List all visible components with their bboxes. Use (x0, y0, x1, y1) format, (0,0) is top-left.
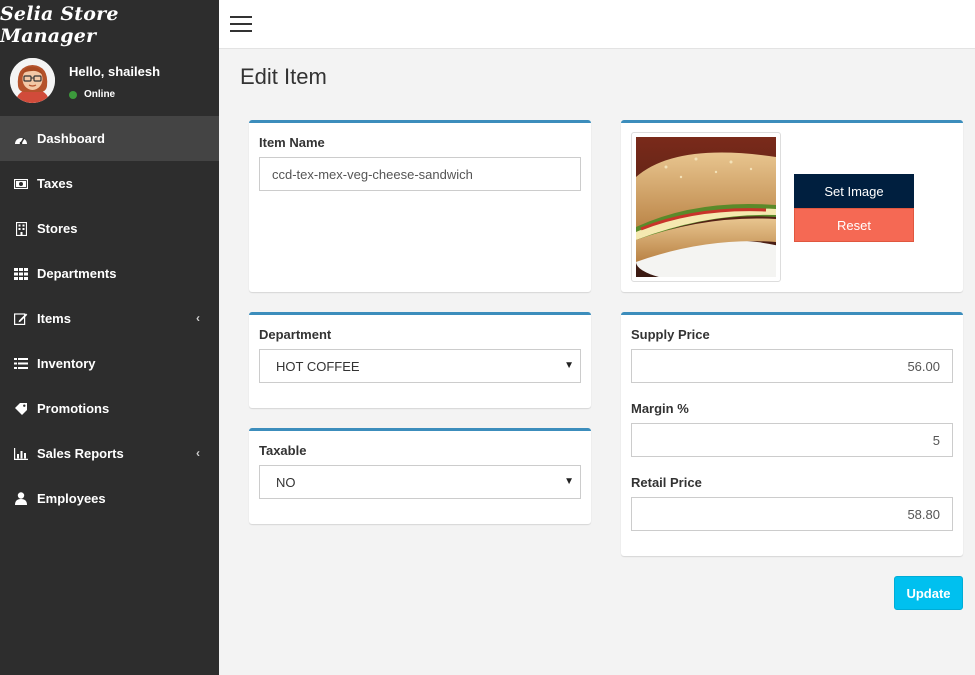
sidebar-item-label: Taxes (37, 176, 73, 191)
sidebar-item-employees[interactable]: Employees (0, 476, 219, 521)
item-name-input[interactable] (259, 157, 581, 191)
taxable-box: Taxable NO ▼ (249, 428, 591, 524)
set-image-button[interactable]: Set Image (794, 174, 914, 208)
page-title: Edit Item (240, 64, 327, 89)
supply-price-input[interactable] (631, 349, 953, 383)
sidebar-item-label: Inventory (37, 356, 96, 371)
sidebar-menu: Dashboard Taxes Stores Departments Items (0, 116, 219, 521)
department-selected-value: HOT COFFEE (276, 358, 360, 374)
avatar (10, 58, 55, 103)
chevron-left-icon: ‹ (196, 311, 200, 325)
sidebar-item-items[interactable]: Items ‹ (0, 296, 219, 341)
brand-logo[interactable]: Selia Store Manager (0, 0, 219, 49)
user-status-label: Online (84, 89, 116, 100)
department-label: Department (259, 327, 332, 342)
sidebar-item-label: Departments (37, 266, 117, 281)
chevron-left-icon: ‹ (196, 446, 200, 460)
list-icon (14, 357, 28, 371)
user-greeting: Hello, shailesh (69, 64, 161, 79)
sidebar: Selia Store Manager Hello, shailesh Onli… (0, 0, 219, 675)
retail-price-input[interactable] (631, 497, 953, 531)
caret-down-icon: ▼ (564, 476, 574, 487)
department-select[interactable]: HOT COFFEE ▼ (259, 349, 581, 383)
user-panel: Hello, shailesh Online (0, 49, 219, 116)
update-button[interactable]: Update (894, 576, 963, 610)
sidebar-item-label: Items (37, 311, 71, 326)
sidebar-item-taxes[interactable]: Taxes (0, 161, 219, 206)
edit-icon (14, 312, 28, 326)
item-name-box: Item Name (249, 120, 591, 292)
margin-input[interactable] (631, 423, 953, 457)
bar-chart-icon (14, 447, 28, 461)
supply-price-label: Supply Price (631, 327, 710, 342)
sidebar-item-stores[interactable]: Stores (0, 206, 219, 251)
sidebar-item-label: Promotions (37, 401, 110, 416)
dashboard-icon (14, 132, 28, 146)
building-icon (14, 221, 28, 236)
caret-down-icon: ▼ (564, 360, 574, 371)
item-name-label: Item Name (259, 135, 325, 150)
menu-toggle-icon[interactable] (230, 16, 252, 32)
taxable-select[interactable]: NO ▼ (259, 465, 581, 499)
grid-icon (14, 267, 28, 281)
item-image-box: Set Image Reset (621, 120, 963, 292)
margin-label: Margin % (631, 401, 689, 416)
tag-icon (14, 402, 28, 416)
sidebar-item-departments[interactable]: Departments (0, 251, 219, 296)
department-box: Department HOT COFFEE ▼ (249, 312, 591, 408)
user-icon (14, 492, 28, 506)
online-status-dot-icon (69, 90, 77, 99)
sidebar-item-label: Dashboard (37, 131, 105, 146)
item-image (631, 132, 806, 284)
sidebar-item-label: Employees (37, 491, 106, 506)
pricing-box: Supply Price Margin % Retail Price (621, 312, 963, 556)
retail-price-label: Retail Price (631, 475, 702, 490)
sidebar-item-inventory[interactable]: Inventory (0, 341, 219, 386)
user-status: Online (69, 89, 115, 100)
taxable-label: Taxable (259, 443, 307, 458)
sidebar-item-label: Stores (37, 221, 78, 236)
sidebar-item-dashboard[interactable]: Dashboard (0, 116, 219, 161)
top-navbar (219, 0, 975, 49)
taxable-selected-value: NO (276, 474, 296, 490)
sidebar-item-promotions[interactable]: Promotions (0, 386, 219, 431)
sidebar-item-label: Sales Reports (37, 446, 124, 461)
sidebar-item-sales-reports[interactable]: Sales Reports ‹ (0, 431, 219, 476)
money-icon (14, 177, 28, 191)
reset-button[interactable]: Reset (794, 208, 914, 242)
